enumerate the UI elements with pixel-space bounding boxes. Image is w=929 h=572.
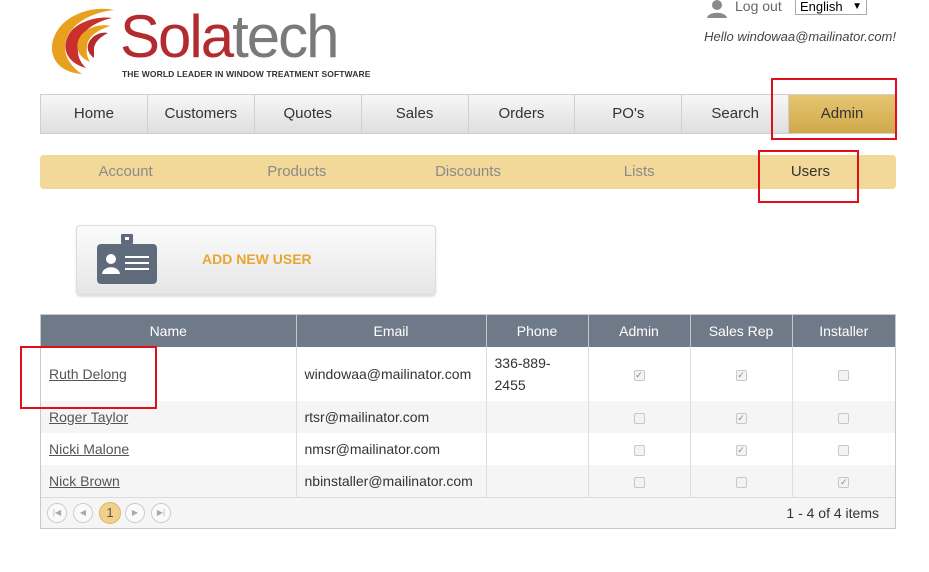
grid-pager: |◀ ◀ 1 ▶ ▶| 1 - 4 of 4 items [41,497,895,528]
admin-cell [588,433,691,465]
greeting-text: Hello windowaa@mailinator.com! [704,29,896,44]
sales-rep-checkbox[interactable] [735,476,747,488]
id-card-icon [97,234,157,284]
language-select-value: English [800,0,843,14]
pager-info: 1 - 4 of 4 items [786,505,879,521]
admin-sub-nav: Account Products Discounts Lists Users [40,155,896,189]
installer-cell: ✓ [792,465,895,497]
name-cell: Nick Brown [41,465,297,497]
admin-checkbox[interactable] [633,476,645,488]
email-cell: nmsr@mailinator.com [296,433,487,465]
installer-cell [792,433,895,465]
chevron-down-icon: ▼ [852,1,862,12]
user-name-link[interactable]: Nicki Malone [49,441,129,457]
sales-rep-checkbox[interactable]: ✓ [735,412,747,424]
sales-rep-cell: ✓ [690,347,793,401]
column-header-admin[interactable]: Admin [588,315,691,347]
table-row: Nick Brown nbinstaller@mailinator.com ✓ [41,465,895,497]
table-row: Ruth Delong windowaa@mailinator.com 336-… [41,347,895,401]
installer-checkbox[interactable] [838,369,850,381]
admin-cell [588,401,691,433]
nav-item-orders[interactable]: Orders [468,95,576,133]
sales-rep-checkbox[interactable]: ✓ [735,444,747,456]
nav-item-quotes[interactable]: Quotes [254,95,362,133]
phone-cell: 336-889-2455 [486,347,589,401]
sales-rep-cell [690,465,793,497]
logout-link[interactable]: Log out [735,0,782,14]
add-new-user-label: ADD NEW USER [202,251,312,267]
nav-item-pos[interactable]: PO's [575,95,683,133]
subnav-item-products[interactable]: Products [211,155,382,189]
user-name-link[interactable]: Nick Brown [49,473,120,489]
phone-cell [486,433,589,465]
logo-swirl-icon [51,8,114,74]
nav-item-home[interactable]: Home [41,95,148,133]
admin-checkbox[interactable]: ✓ [633,369,645,381]
subnav-item-discounts[interactable]: Discounts [382,155,553,189]
user-icon [707,0,727,18]
nav-item-search[interactable]: Search [682,95,790,133]
admin-checkbox[interactable] [633,412,645,424]
main-nav: Home Customers Quotes Sales Orders PO's … [40,94,896,134]
email-cell: windowaa@mailinator.com [296,347,487,401]
subnav-item-account[interactable]: Account [40,155,211,189]
column-header-phone[interactable]: Phone [486,315,589,347]
current-page-button[interactable]: 1 [99,502,121,524]
sales-rep-cell: ✓ [690,433,793,465]
installer-checkbox[interactable] [838,412,850,424]
email-cell: nbinstaller@mailinator.com [296,465,487,497]
installer-checkbox[interactable]: ✓ [838,476,850,488]
solatech-logo[interactable]: Solatech THE WORLD LEADER IN WINDOW TREA… [42,2,370,82]
prev-page-icon[interactable]: ◀ [73,503,93,523]
installer-cell [792,347,895,401]
column-header-email[interactable]: Email [296,315,487,347]
column-header-sales-rep[interactable]: Sales Rep [690,315,793,347]
user-name-link[interactable]: Roger Taylor [49,409,128,425]
table-row: Nicki Malone nmsr@mailinator.com ✓ [41,433,895,465]
admin-cell: ✓ [588,347,691,401]
nav-item-admin[interactable]: Admin [789,95,895,133]
phone-cell [486,401,589,433]
subnav-item-lists[interactable]: Lists [554,155,725,189]
column-header-name[interactable]: Name [41,315,297,347]
add-new-user-button[interactable]: ADD NEW USER [76,225,436,295]
installer-cell [792,401,895,433]
sales-rep-checkbox[interactable]: ✓ [735,369,747,381]
sales-rep-cell: ✓ [690,401,793,433]
admin-cell [588,465,691,497]
subnav-item-users[interactable]: Users [725,155,896,189]
installer-checkbox[interactable] [838,444,850,456]
user-name-link[interactable]: Ruth Delong [49,366,127,382]
table-row: Roger Taylor rtsr@mailinator.com ✓ [41,401,895,433]
phone-cell [486,465,589,497]
name-cell: Ruth Delong [41,347,297,401]
logo-wordmark: Solatech [120,3,340,70]
first-page-icon[interactable]: |◀ [47,503,67,523]
grid-header-row: Name Email Phone Admin Sales Rep Install… [41,315,895,347]
column-header-installer[interactable]: Installer [792,315,895,347]
admin-checkbox[interactable] [633,444,645,456]
users-grid: Name Email Phone Admin Sales Rep Install… [40,314,896,529]
nav-item-sales[interactable]: Sales [361,95,469,133]
language-select[interactable]: English ▼ [795,0,867,15]
next-page-icon[interactable]: ▶ [125,503,145,523]
nav-item-customers[interactable]: Customers [147,95,255,133]
last-page-icon[interactable]: ▶| [151,503,171,523]
logo-tagline: THE WORLD LEADER IN WINDOW TREATMENT SOF… [122,69,371,79]
email-cell: rtsr@mailinator.com [296,401,487,433]
name-cell: Roger Taylor [41,401,297,433]
name-cell: Nicki Malone [41,433,297,465]
